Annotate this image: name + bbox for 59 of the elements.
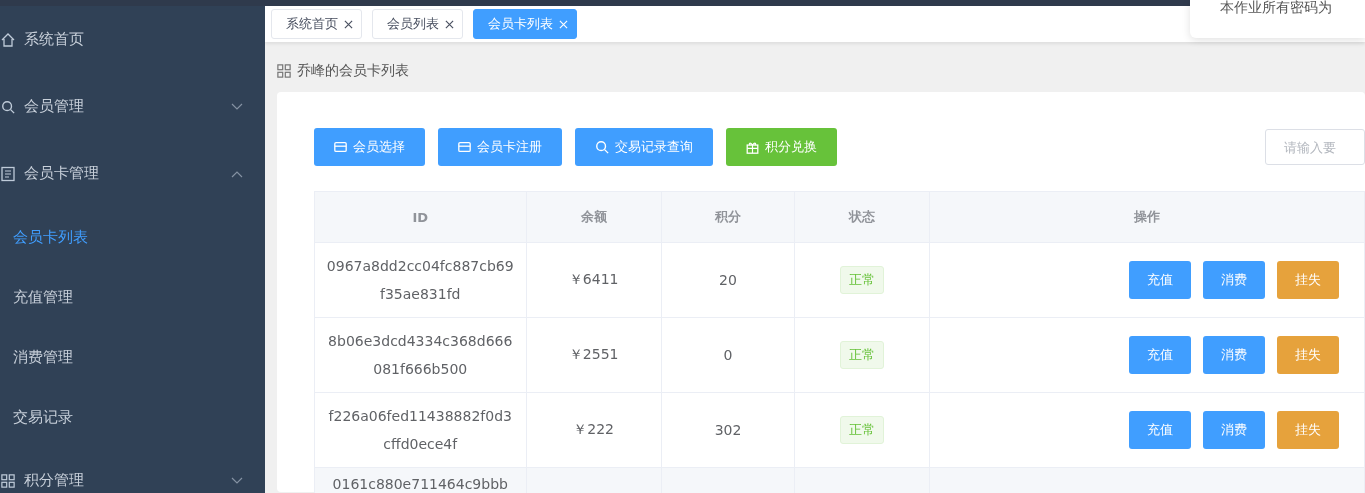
- action-button[interactable]: 充值: [1129, 411, 1191, 449]
- submenu-item[interactable]: 消费管理: [0, 327, 265, 387]
- gift-icon: [746, 140, 759, 154]
- action-button[interactable]: 消费: [1203, 261, 1265, 299]
- table-cell: 0161c880e711464c9bbb: [314, 467, 526, 493]
- action-button[interactable]: 挂失: [1277, 336, 1339, 374]
- submenu-item[interactable]: 充值管理: [0, 267, 265, 327]
- home-icon: [0, 31, 16, 48]
- toolbar-button[interactable]: 会员选择: [314, 128, 425, 166]
- table-cell: ￥222: [526, 392, 662, 468]
- menu-item[interactable]: 会员管理: [0, 73, 265, 140]
- action-button[interactable]: 挂失: [1277, 261, 1339, 299]
- search-field[interactable]: 请输入要: [1265, 129, 1365, 165]
- action-button[interactable]: 挂失: [1277, 411, 1339, 449]
- tab[interactable]: 会员列表: [372, 9, 463, 39]
- submenu-item[interactable]: 会员卡列表: [0, 207, 265, 267]
- grid-icon: [0, 473, 16, 488]
- table-cell: 0967a8dd2cc04fc887cb69f35ae831fd: [314, 242, 526, 318]
- document-icon: [0, 165, 16, 182]
- table-cell: 20: [661, 242, 795, 318]
- menu-item[interactable]: 积分管理: [0, 447, 265, 493]
- chevron-up-icon: [231, 169, 243, 178]
- column-header: 状态: [794, 191, 930, 243]
- status-tag: 正常: [840, 266, 885, 294]
- status-tag: 正常: [840, 416, 885, 444]
- card-icon: [458, 141, 471, 153]
- table-cell: 0: [661, 317, 795, 393]
- column-header: ID: [314, 191, 526, 243]
- table-cell: ￥6411: [526, 242, 662, 318]
- column-header: 余额: [526, 191, 662, 243]
- menu-item[interactable]: 系统首页: [0, 6, 265, 73]
- search-icon: [0, 99, 16, 114]
- close-icon[interactable]: [344, 19, 353, 29]
- table-cell: 302: [661, 392, 795, 468]
- search-icon: [595, 140, 609, 154]
- chevron-down-icon: [231, 476, 243, 485]
- page-title: 乔峰的会员卡列表: [297, 62, 409, 80]
- submenu-item[interactable]: 交易记录: [0, 387, 265, 447]
- notification-text: 本作业所有密码为: [1220, 0, 1333, 14]
- table-cell: 8b06e3dcd4334c368d666081f666b500: [314, 317, 526, 393]
- column-header: 积分: [661, 191, 795, 243]
- action-button[interactable]: 消费: [1203, 336, 1265, 374]
- action-button[interactable]: 充值: [1129, 336, 1191, 374]
- toolbar-button[interactable]: 会员卡注册: [438, 128, 562, 166]
- action-button[interactable]: 消费: [1203, 411, 1265, 449]
- action-button[interactable]: 充值: [1129, 261, 1191, 299]
- card-icon: [334, 141, 347, 153]
- close-icon[interactable]: [445, 19, 454, 29]
- tab[interactable]: 会员卡列表: [473, 9, 577, 39]
- toolbar-button[interactable]: 积分兑换: [726, 128, 837, 166]
- column-header: 操作: [929, 191, 1365, 243]
- menu-item[interactable]: 会员卡管理: [0, 140, 265, 207]
- toolbar-button[interactable]: 交易记录查询: [575, 128, 713, 166]
- table-cell: ￥2551: [526, 317, 662, 393]
- grid-icon: [277, 64, 291, 78]
- table-cell: f226a06fed11438882f0d3cffd0ece4f: [314, 392, 526, 468]
- chevron-down-icon: [231, 102, 243, 111]
- tab[interactable]: 系统首页: [271, 9, 362, 39]
- status-tag: 正常: [840, 341, 885, 369]
